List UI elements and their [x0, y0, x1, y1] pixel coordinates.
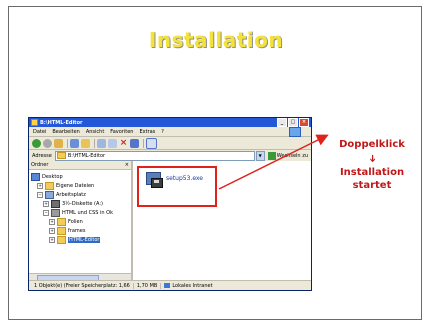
note-installation-line1: Installation — [339, 167, 405, 178]
note-doppelklick: Doppelklick — [339, 139, 405, 150]
note-installation: Installation startet — [322, 166, 422, 192]
note-installation-line2: startet — [352, 180, 392, 191]
down-arrow-icon: ➔ — [366, 154, 378, 163]
